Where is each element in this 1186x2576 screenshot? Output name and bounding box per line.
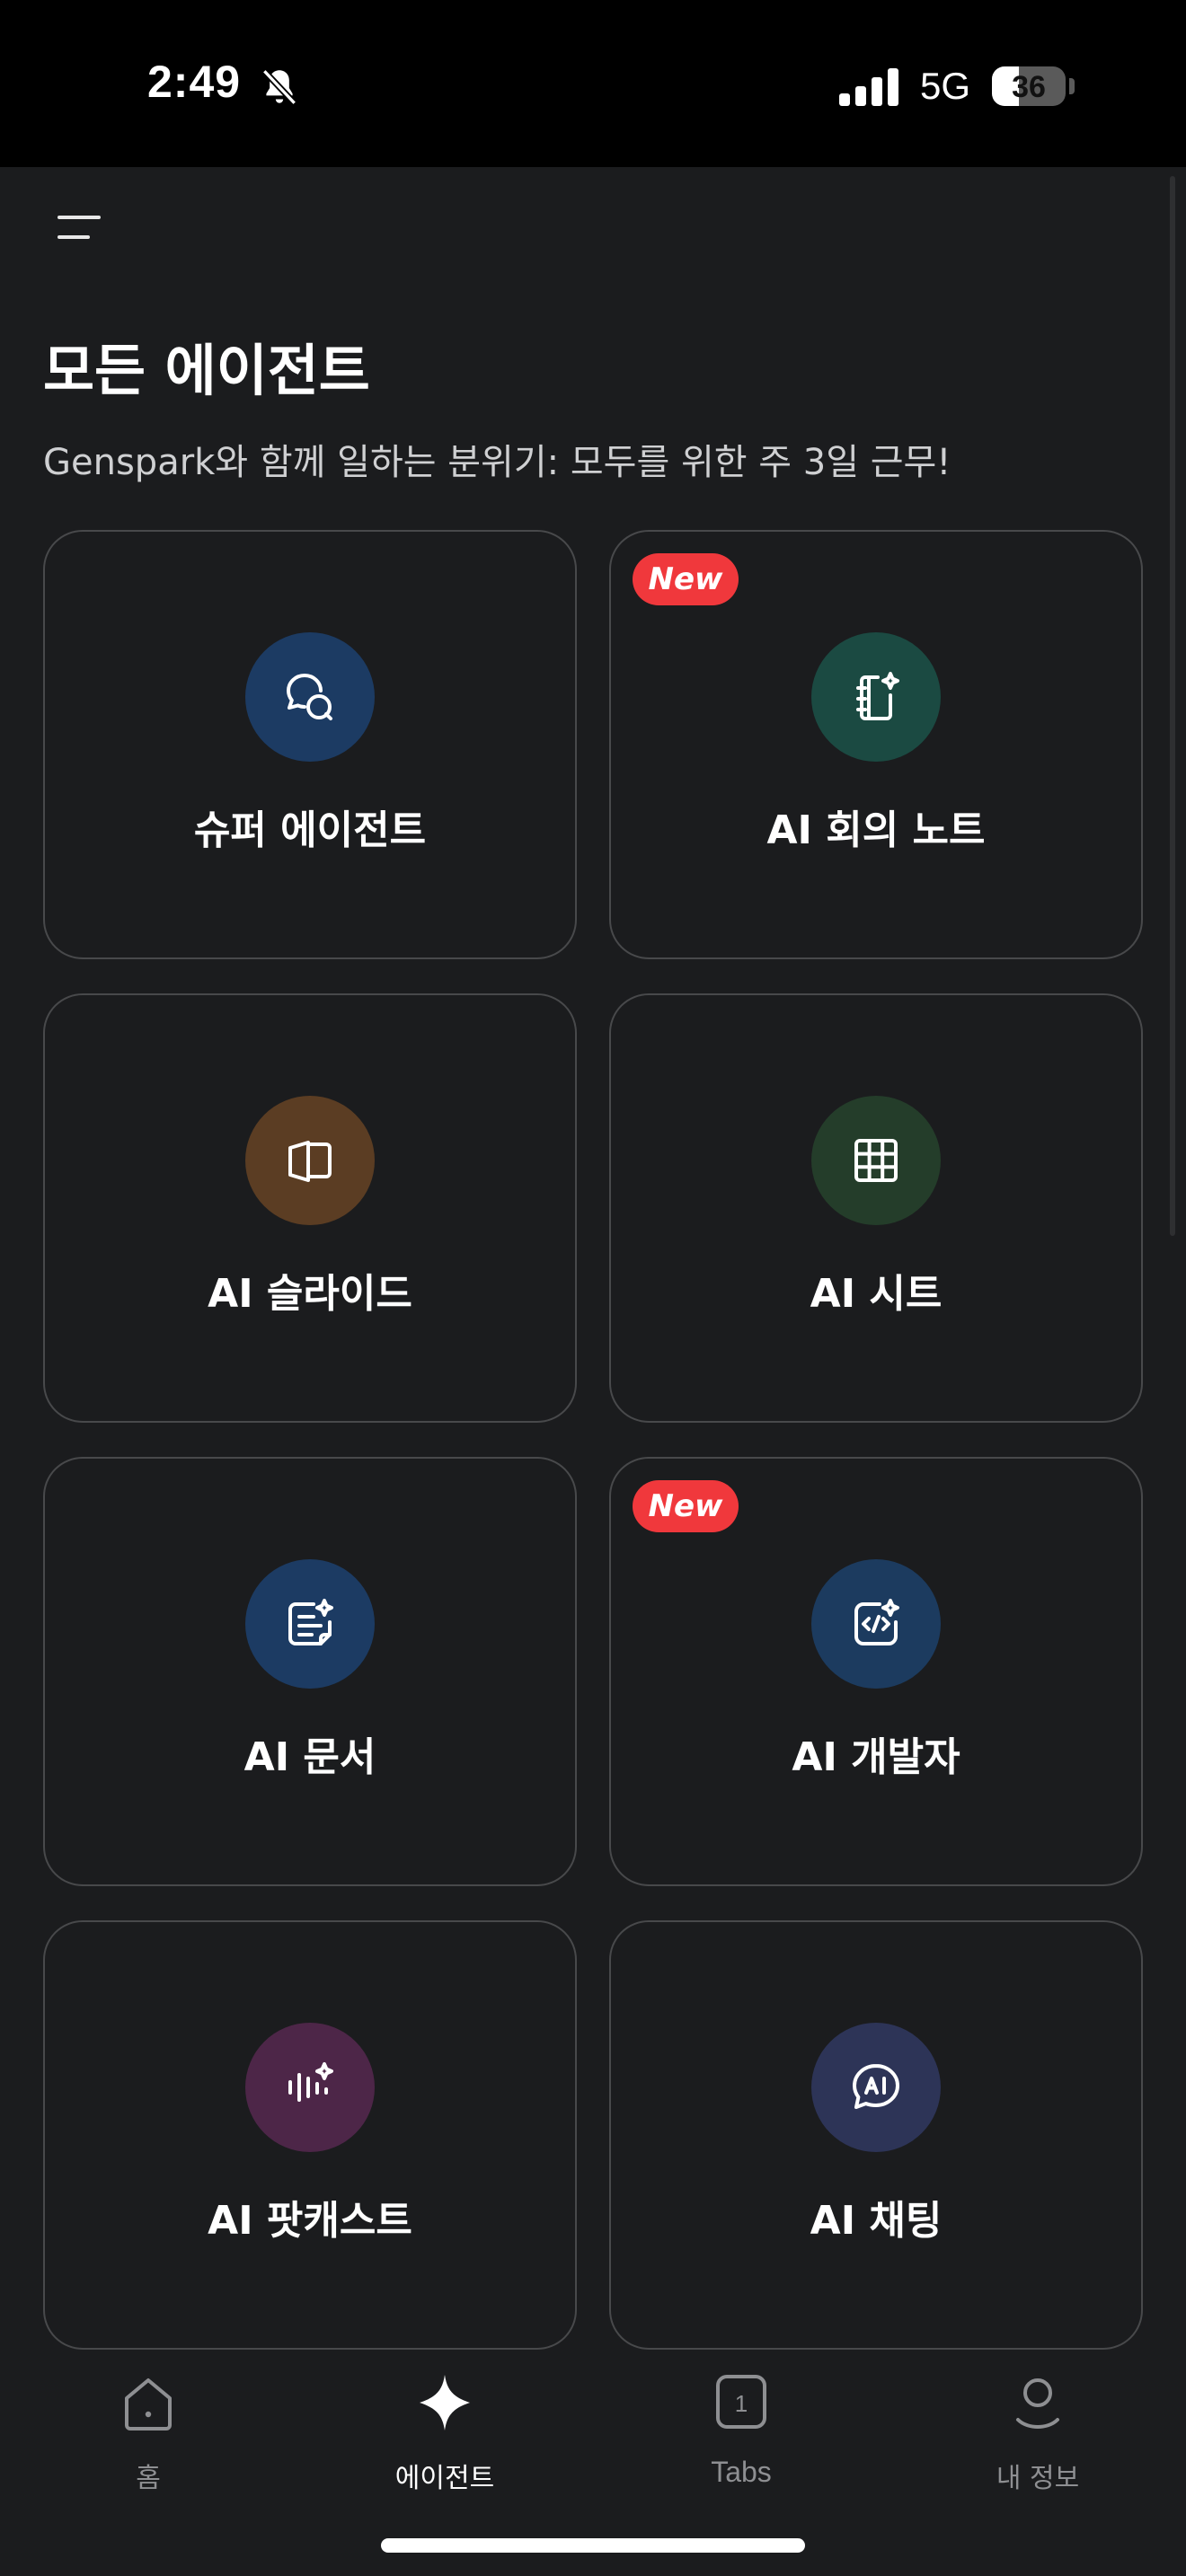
signal-icon (839, 68, 898, 106)
new-badge: New (633, 553, 739, 605)
page-subtitle: Genspark와 함께 일하는 분위기: 모두를 위한 주 3일 근무! (43, 442, 951, 483)
battery-percent: 36 (1012, 70, 1046, 104)
agent-card-podcast[interactable]: New AI 팟캐스트 (43, 1920, 577, 2350)
agent-label: AI 시트 (810, 1271, 943, 1317)
menu-line-bottom (58, 235, 90, 239)
agent-card-slides[interactable]: New AI 슬라이드 (43, 993, 577, 1423)
slides-icon (245, 1096, 375, 1225)
scroll-indicator[interactable] (1170, 176, 1175, 1236)
tab-tabs[interactable]: 1 Tabs (593, 2371, 890, 2506)
tab-label: Tabs (711, 2456, 772, 2488)
tab-profile[interactable]: 내 정보 (890, 2371, 1186, 2506)
sparkle-icon (420, 2375, 470, 2430)
agent-label: 슈퍼 에이전트 (193, 807, 427, 853)
menu-button[interactable] (50, 201, 108, 255)
profile-icon (1016, 2378, 1059, 2430)
tab-label: 에이전트 (394, 2463, 495, 2494)
battery-indicator: 36 (992, 66, 1066, 106)
audio-wave-icon (245, 2023, 375, 2152)
menu-line-top (58, 216, 101, 219)
agent-card-super-agent[interactable]: New 슈퍼 에이전트 (43, 530, 577, 959)
agent-card-chat[interactable]: New AI 채팅 (609, 1920, 1143, 2350)
tabs-count: 1 (735, 2390, 748, 2417)
bell-muted-icon (261, 68, 297, 106)
new-badge: New (633, 1480, 739, 1532)
chat-bubbles-icon (245, 632, 375, 762)
agent-label: AI 슬라이드 (208, 1271, 412, 1317)
code-sparkle-icon (811, 1559, 941, 1689)
network-label: 5G (920, 65, 971, 107)
agent-card-developer[interactable]: New AI 개발자 (609, 1457, 1143, 1886)
agent-label: AI 회의 노트 (766, 807, 986, 853)
status-time: 2:49 (147, 57, 242, 107)
ai-chat-icon (811, 2023, 941, 2152)
agent-card-sheets[interactable]: New AI 시트 (609, 993, 1143, 1423)
grid-sheet-icon (811, 1096, 941, 1225)
status-bar: 2:49 5G 36 (0, 0, 1186, 167)
battery-nub (1069, 78, 1075, 94)
notebook-sparkle-icon (811, 632, 941, 762)
document-sparkle-icon (245, 1559, 375, 1689)
page-title: 모든 에이전트 (43, 338, 370, 403)
agent-grid: New 슈퍼 에이전트 New AI 회의 노트 New (43, 530, 1143, 2350)
tab-home[interactable]: 홈 (0, 2371, 296, 2506)
tab-label: 홈 (136, 2463, 161, 2494)
agent-label: AI 개발자 (792, 1734, 960, 1780)
home-icon (125, 2378, 172, 2430)
home-indicator[interactable] (381, 2538, 805, 2553)
tabs-count-icon: 1 (716, 2375, 766, 2429)
agent-card-meeting-notes[interactable]: New AI 회의 노트 (609, 530, 1143, 959)
tab-agents[interactable]: 에이전트 (296, 2371, 593, 2506)
agent-label: AI 채팅 (810, 2198, 943, 2244)
agent-label: AI 문서 (243, 1734, 376, 1780)
tab-label: 내 정보 (996, 2463, 1080, 2494)
agent-label: AI 팟캐스트 (208, 2198, 412, 2244)
agent-card-docs[interactable]: New AI 문서 (43, 1457, 577, 1886)
